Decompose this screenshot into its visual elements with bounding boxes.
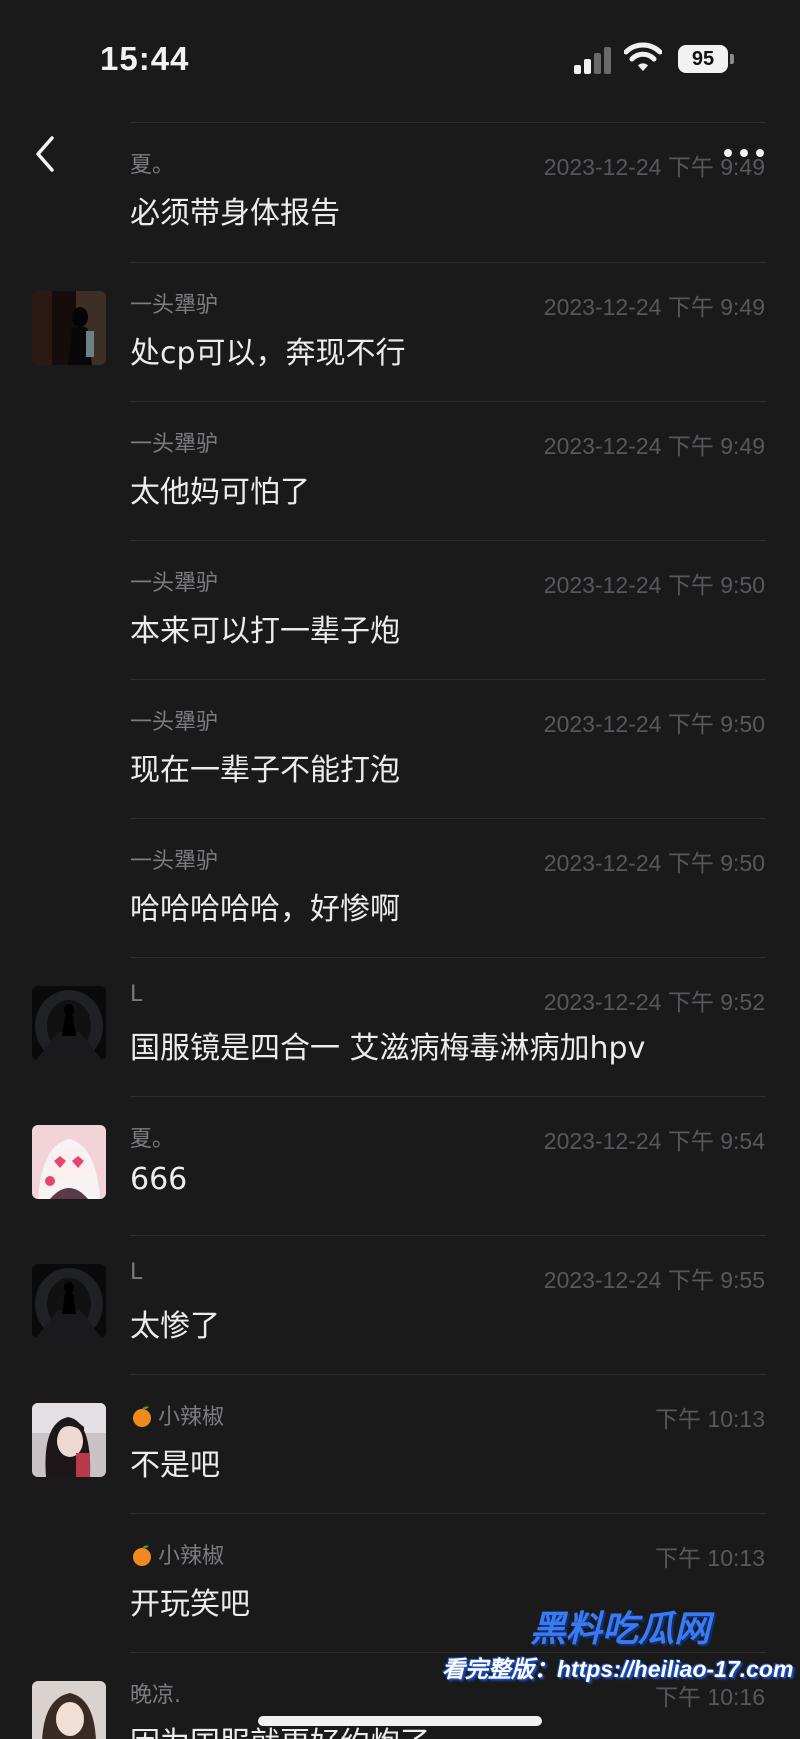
message-time: 下午 10:13 bbox=[655, 1406, 765, 1432]
message-text: 本来可以打一辈子炮 bbox=[130, 614, 400, 649]
message-item[interactable]: 夏。 2023-12-24 下午 9:49 必须带身体报告 bbox=[0, 122, 800, 262]
divider bbox=[130, 1513, 766, 1514]
message-text: 现在一辈子不能打泡 bbox=[130, 753, 400, 788]
orange-icon bbox=[133, 1545, 151, 1566]
sender-label: 小辣椒 bbox=[158, 1544, 225, 1569]
sender-name: L bbox=[130, 1260, 143, 1285]
sender-name: 一头犟驴 bbox=[130, 571, 219, 596]
message-item[interactable]: 小辣椒 下午 10:13 不是吧 bbox=[0, 1374, 800, 1513]
divider bbox=[130, 540, 766, 541]
watermark-logo: 黑料吃瓜网 bbox=[530, 1609, 711, 1650]
sender-name: 一头犟驴 bbox=[130, 293, 219, 318]
divider bbox=[130, 1096, 766, 1097]
divider bbox=[130, 818, 766, 819]
sender-name: 晚凉. bbox=[130, 1683, 181, 1708]
sender-label: 小辣椒 bbox=[158, 1405, 225, 1430]
cellular-signal-icon bbox=[574, 46, 614, 74]
message-item[interactable]: 一头犟驴 2023-12-24 下午 9:49 处cp可以，奔现不行 bbox=[0, 262, 800, 401]
orange-icon bbox=[133, 1406, 151, 1427]
message-item[interactable]: 一头犟驴 2023-12-24 下午 9:49 太他妈可怕了 bbox=[0, 401, 800, 540]
avatar[interactable] bbox=[32, 1403, 106, 1477]
sender-name: 一头犟驴 bbox=[130, 849, 219, 874]
message-time: 2023-12-24 下午 9:52 bbox=[543, 989, 765, 1015]
message-text: 太他妈可怕了 bbox=[130, 475, 310, 510]
message-text: 必须带身体报告 bbox=[130, 196, 340, 231]
message-text: 国服镜是四合一 艾滋病梅毒淋病加hpv bbox=[130, 1031, 646, 1066]
watermark-url: 看完整版：https://heiliao-17.com bbox=[442, 1656, 794, 1682]
status-time: 15:44 bbox=[100, 40, 190, 77]
divider bbox=[130, 401, 766, 402]
home-indicator[interactable] bbox=[258, 1716, 542, 1726]
message-time: 2023-12-24 下午 9:50 bbox=[543, 711, 765, 737]
message-time: 2023-12-24 下午 9:49 bbox=[543, 154, 765, 180]
message-text: 666 bbox=[130, 1162, 188, 1197]
divider bbox=[130, 262, 766, 263]
divider bbox=[130, 1235, 766, 1236]
message-time: 2023-12-24 下午 9:49 bbox=[543, 433, 765, 459]
message-item[interactable]: 一头犟驴 2023-12-24 下午 9:50 本来可以打一辈子炮 bbox=[0, 540, 800, 679]
avatar[interactable] bbox=[32, 1681, 106, 1739]
message-text: 处cp可以，奔现不行 bbox=[130, 336, 406, 371]
avatar[interactable] bbox=[32, 986, 106, 1060]
sender-name: 小辣椒 bbox=[130, 1399, 224, 1431]
message-item[interactable]: 一头犟驴 2023-12-24 下午 9:50 哈哈哈哈哈，好惨啊 bbox=[0, 818, 800, 957]
message-time: 2023-12-24 下午 9:54 bbox=[543, 1128, 765, 1154]
avatar[interactable] bbox=[32, 1125, 106, 1199]
message-time: 2023-12-24 下午 9:50 bbox=[543, 572, 765, 598]
avatar[interactable] bbox=[32, 291, 106, 365]
message-item[interactable]: 夏。 2023-12-24 下午 9:54 666 bbox=[0, 1096, 800, 1235]
message-text: 太惨了 bbox=[130, 1309, 220, 1344]
sender-name: L bbox=[130, 982, 143, 1007]
message-time: 2023-12-24 下午 9:50 bbox=[543, 850, 765, 876]
message-item[interactable]: L 2023-12-24 下午 9:52 国服镜是四合一 艾滋病梅毒淋病加hpv bbox=[0, 957, 800, 1096]
sender-name: 夏。 bbox=[130, 1127, 175, 1152]
message-text: 不是吧 bbox=[130, 1448, 220, 1483]
divider bbox=[130, 957, 766, 958]
battery-cap bbox=[730, 54, 734, 64]
message-time: 2023-12-24 下午 9:55 bbox=[543, 1267, 765, 1293]
message-list[interactable]: 夏。 2023-12-24 下午 9:49 必须带身体报告 一头犟驴 2023-… bbox=[0, 122, 800, 1739]
sender-name: 夏。 bbox=[130, 153, 175, 178]
divider bbox=[130, 679, 766, 680]
message-time: 下午 10:13 bbox=[655, 1545, 765, 1571]
divider bbox=[130, 1374, 766, 1375]
sender-name: 一头犟驴 bbox=[130, 432, 219, 457]
message-time: 2023-12-24 下午 9:49 bbox=[543, 294, 765, 320]
status-bar: 15:44 95 bbox=[0, 0, 800, 120]
battery-indicator: 95 bbox=[678, 45, 728, 73]
avatar[interactable] bbox=[32, 1264, 106, 1338]
wifi-icon bbox=[624, 42, 662, 71]
sender-name: 一头犟驴 bbox=[130, 710, 219, 735]
watermark: 黑料吃瓜网 看完整版：https://heiliao-17.com bbox=[440, 1600, 800, 1710]
divider bbox=[130, 122, 766, 123]
sender-name: 小辣椒 bbox=[130, 1538, 224, 1570]
message-text: 开玩笑吧 bbox=[130, 1587, 250, 1622]
message-text: 哈哈哈哈哈，好惨啊 bbox=[130, 892, 400, 927]
message-item[interactable]: L 2023-12-24 下午 9:55 太惨了 bbox=[0, 1235, 800, 1374]
message-item[interactable]: 一头犟驴 2023-12-24 下午 9:50 现在一辈子不能打泡 bbox=[0, 679, 800, 818]
